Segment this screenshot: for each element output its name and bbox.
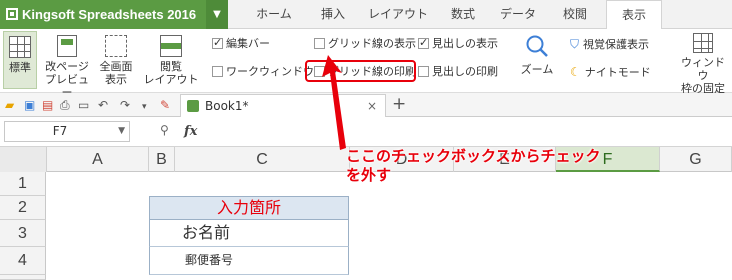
title-tab-bar: Kingsoft Spreadsheets 2016 ▼ ホーム 挿入 レイアウ… (0, 0, 732, 30)
zoom-button[interactable]: ズーム (516, 33, 558, 89)
show-headings-checkbox[interactable]: 見出しの表示 (418, 36, 498, 51)
tab-review[interactable]: 校閲 (548, 0, 602, 29)
normal-view-label: 標準 (9, 61, 31, 74)
row-header-2[interactable]: 2 (0, 196, 46, 220)
print-headings-checkbox-label: 見出しの印刷 (432, 65, 498, 78)
ribbon-view: 標準 改ページ プレビュー 全画面 表示 閲覧 レイアウト 編集バー ワークウィ… (0, 29, 732, 99)
brush-icon[interactable]: ✎ (160, 97, 170, 113)
sheet-doc-icon (187, 100, 199, 112)
redo-icon[interactable]: ↷ (120, 97, 130, 113)
tab-data[interactable]: データ (488, 0, 548, 29)
tab-layout[interactable]: レイアウト (358, 0, 438, 29)
formula-bar: F7 ▼ ⚲ fx (0, 117, 732, 147)
checkbox-unchecked-icon (314, 38, 325, 49)
sheet-grid[interactable]: 入力箇所 お名前 郵便番号 (47, 172, 732, 280)
cell-c3[interactable]: お名前 (149, 220, 349, 247)
customize-dropdown-icon[interactable]: ▾ (142, 99, 147, 115)
tab-formulas[interactable]: 数式 (438, 0, 488, 29)
document-tab[interactable]: Book1* × (180, 94, 386, 117)
show-headings-checkbox-label: 見出しの表示 (432, 37, 498, 50)
reading-layout-icon (160, 35, 182, 57)
open-folder-icon[interactable]: ▰ (5, 97, 14, 113)
tab-view[interactable]: 表示 (606, 0, 662, 30)
freeze-label-1: ウィンドウ (681, 56, 725, 82)
full-screen-label-1: 全画面 (99, 60, 133, 73)
checkbox-checked-icon (212, 36, 223, 50)
cell-c2[interactable]: 入力箇所 (149, 196, 349, 220)
checkbox-unchecked-icon (418, 66, 429, 77)
night-mode-button[interactable]: ☾ ナイトモード (570, 65, 651, 79)
moon-icon: ☾ (570, 65, 581, 79)
magnifier-icon (526, 35, 548, 57)
app-menu-dropdown[interactable]: ▼ (206, 0, 228, 29)
night-mode-label: ナイトモード (584, 66, 651, 79)
name-box[interactable]: F7 ▼ (4, 121, 130, 142)
shield-icon: ⛉ (570, 37, 580, 51)
formula-bar-checkbox[interactable]: 編集バー (212, 36, 270, 51)
quick-access-toolbar: ▰ ▣ ▤ ⎙ ▭ ↶ ↷ ▾ ✎ Book1* × + (0, 93, 732, 117)
undo-icon[interactable]: ↶ (98, 97, 108, 113)
page-break-icon (57, 35, 77, 57)
close-icon[interactable]: × (367, 95, 377, 117)
page-break-label-1: 改ページ (45, 60, 89, 73)
row-header-4[interactable]: 4 (0, 247, 46, 275)
full-screen-button[interactable]: 全画面 表示 (94, 31, 138, 89)
app-title: Kingsoft Spreadsheets 2016 (22, 7, 197, 22)
export-pdf-icon[interactable]: ▤ (42, 97, 53, 113)
col-header-c[interactable]: C (175, 147, 350, 172)
row-header-1[interactable]: 1 (0, 172, 46, 196)
chevron-down-icon: ▼ (213, 9, 221, 20)
col-header-g[interactable]: G (660, 147, 732, 172)
print-preview-icon[interactable]: ▭ (78, 97, 89, 113)
show-gridlines-checkbox-label: グリッド線の表示 (328, 37, 416, 50)
full-screen-icon (105, 35, 127, 57)
annotation-text: ここのチェックボックスからチェック を外す (346, 147, 636, 185)
print-headings-checkbox[interactable]: 見出しの印刷 (418, 65, 498, 79)
zoom-label: ズーム (520, 63, 554, 76)
cell-reference: F7 (52, 124, 68, 138)
row-header-5[interactable] (0, 275, 46, 280)
checkbox-unchecked-icon (212, 66, 223, 77)
fx-icon[interactable]: fx (184, 124, 197, 139)
app-menu-button[interactable]: Kingsoft Spreadsheets 2016 (0, 0, 206, 29)
eye-protect-button[interactable]: ⛉ 視覚保護表示 (570, 37, 649, 51)
normal-view-icon (9, 36, 31, 58)
reading-layout-label-2: レイアウト (143, 73, 199, 86)
row-header-3[interactable]: 3 (0, 220, 46, 247)
select-all-corner[interactable] (0, 147, 47, 172)
cell-c4[interactable]: 郵便番号 (149, 247, 349, 275)
normal-view-button[interactable]: 標準 (3, 31, 37, 89)
document-tab-label: Book1* (205, 99, 249, 113)
checkbox-checked-icon (418, 36, 429, 50)
new-tab-icon[interactable]: + (392, 93, 406, 115)
print-icon[interactable]: ⎙ (60, 97, 70, 113)
annotation-line-2: を外す (346, 166, 392, 184)
task-window-checkbox-label: ワークウィンドウ (226, 65, 314, 78)
col-header-a[interactable]: A (47, 147, 149, 172)
annotation-arrow (322, 55, 346, 150)
save-icon[interactable]: ▣ (24, 97, 35, 113)
task-window-checkbox[interactable]: ワークウィンドウ (212, 65, 314, 79)
col-header-b[interactable]: B (149, 147, 175, 172)
reading-layout-button[interactable]: 閲覧 レイアウト (140, 31, 202, 89)
formula-bar-checkbox-label: 編集バー (226, 37, 270, 50)
tab-insert[interactable]: 挿入 (308, 0, 358, 29)
freeze-panes-icon (693, 33, 713, 53)
page-break-preview-button[interactable]: 改ページ プレビュー (40, 31, 94, 99)
eye-protect-label: 視覚保護表示 (583, 38, 650, 51)
chevron-down-icon: ▼ (118, 126, 125, 136)
reading-layout-label-1: 閲覧 (160, 60, 182, 73)
freeze-panes-button[interactable]: ウィンドウ 枠の固定 (676, 33, 730, 95)
spreadsheet-logo-icon (6, 8, 18, 20)
show-gridlines-checkbox[interactable]: グリッド線の表示 (314, 37, 416, 51)
tab-home[interactable]: ホーム (240, 0, 308, 29)
annotation-line-1: ここのチェックボックスからチェック (346, 147, 601, 165)
function-search-icon[interactable]: ⚲ (160, 123, 169, 137)
full-screen-label-2: 表示 (105, 73, 127, 86)
